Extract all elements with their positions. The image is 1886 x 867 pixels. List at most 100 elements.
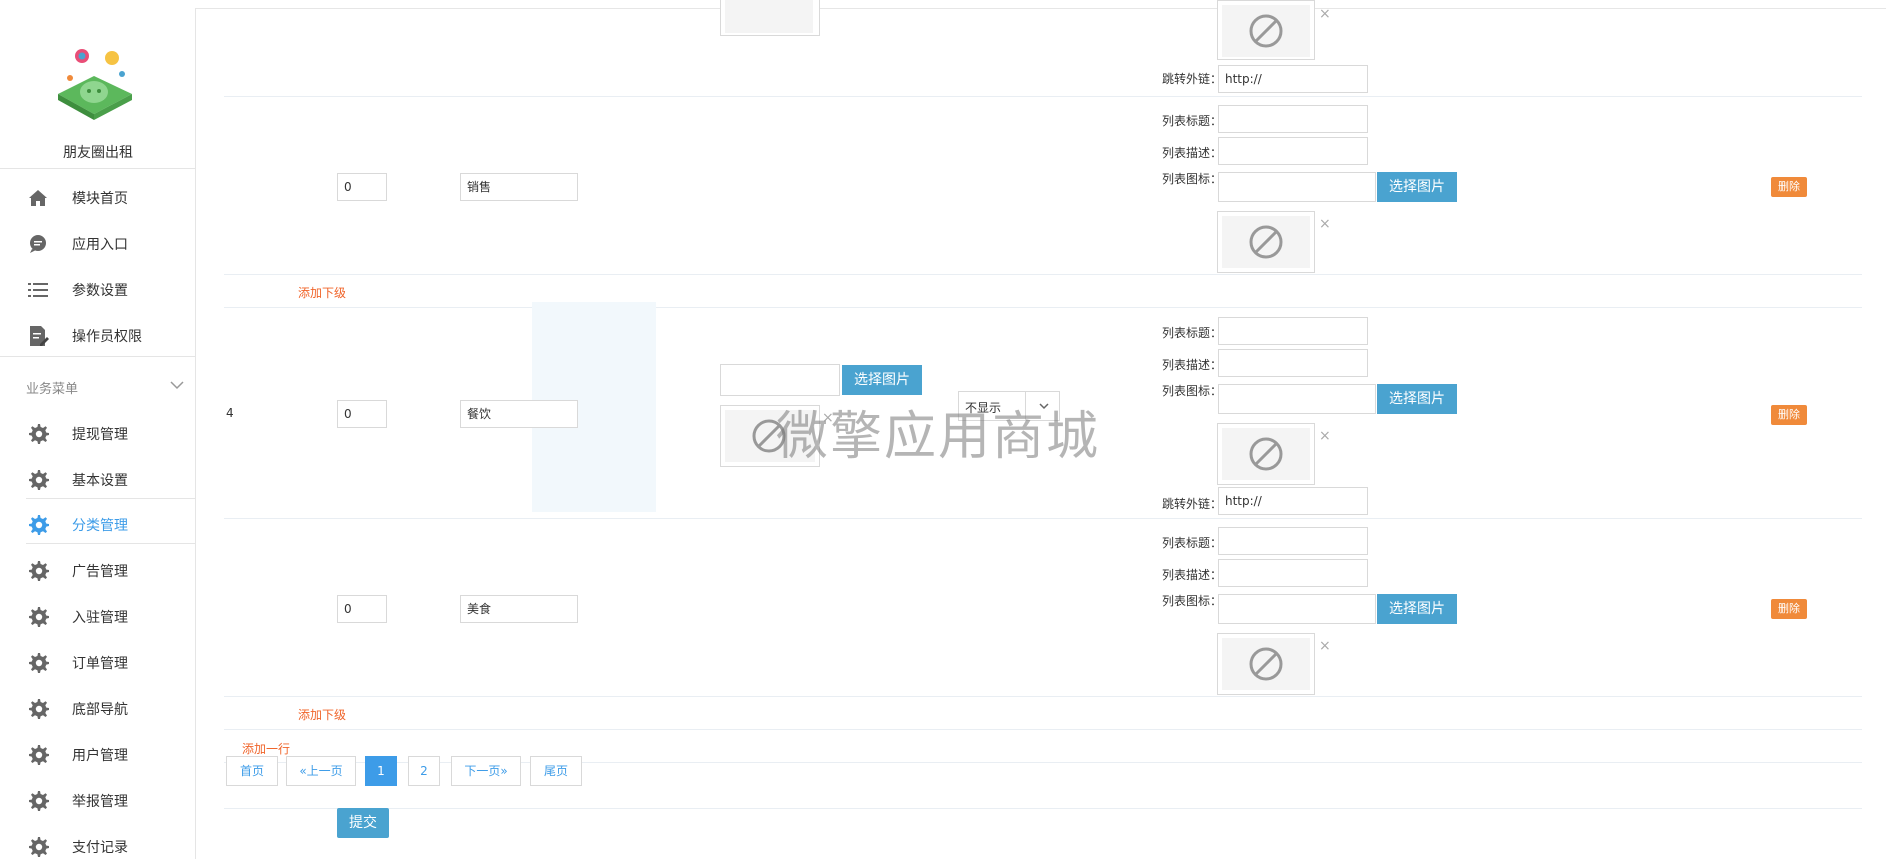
sidebar-item-app-entry[interactable]: 应用入口 bbox=[0, 224, 196, 264]
sidebar-item-label: 模块首页 bbox=[72, 191, 128, 207]
category-name-input[interactable]: 销售 bbox=[460, 173, 578, 201]
sidebar-item-business-8[interactable]: 用户管理 bbox=[0, 735, 196, 775]
sidebar-divider bbox=[0, 356, 196, 357]
list-icon-input[interactable] bbox=[1218, 172, 1376, 202]
page-last-button[interactable]: 尾页 bbox=[530, 756, 582, 786]
list-title-input[interactable] bbox=[1218, 527, 1368, 555]
list-icon-label: 列表图标： bbox=[1162, 594, 1223, 608]
list-desc-input[interactable] bbox=[1218, 349, 1368, 377]
link-label: 跳转外链： bbox=[1162, 497, 1223, 511]
list-desc-input[interactable] bbox=[1218, 559, 1368, 587]
select-separator bbox=[1025, 392, 1026, 420]
sidebar-item-business-5[interactable]: 入驻管理 bbox=[0, 597, 196, 637]
select-image-button[interactable]: 选择图片 bbox=[842, 365, 922, 395]
select-image-button[interactable]: 选择图片 bbox=[1377, 594, 1457, 624]
remove-image-icon[interactable]: × bbox=[822, 411, 834, 425]
sort-input[interactable]: 0 bbox=[337, 173, 387, 201]
gear-icon bbox=[26, 743, 50, 767]
add-row-link[interactable]: 添加一行 bbox=[242, 740, 290, 757]
business-menu-header[interactable]: 业务菜单 bbox=[0, 370, 196, 402]
row-divider bbox=[224, 96, 1862, 97]
sidebar-item-business-2[interactable]: 基本设置 bbox=[0, 460, 196, 500]
list-desc-label: 列表描述： bbox=[1162, 568, 1223, 582]
image-path-input[interactable] bbox=[720, 364, 840, 396]
list-desc-input[interactable] bbox=[1218, 137, 1368, 165]
chat-icon bbox=[26, 232, 50, 256]
image-thumbnail bbox=[1217, 423, 1315, 485]
gear-icon bbox=[26, 651, 50, 675]
link-input[interactable]: http:// bbox=[1218, 487, 1368, 515]
select-image-button[interactable]: 选择图片 bbox=[1377, 172, 1457, 202]
sidebar-item-business-9[interactable]: 举报管理 bbox=[0, 781, 196, 821]
delete-button[interactable]: 删除 bbox=[1771, 177, 1807, 197]
remove-image-icon[interactable]: × bbox=[1319, 429, 1331, 443]
display-select[interactable]: 不显示 bbox=[958, 391, 1060, 421]
page-next-button[interactable]: 下一页» bbox=[451, 756, 521, 786]
gear-icon bbox=[26, 468, 50, 492]
sidebar-item-business-1[interactable]: 提现管理 bbox=[0, 414, 196, 454]
add-child-link[interactable]: 添加下级 bbox=[298, 284, 346, 301]
sidebar-item-label: 提现管理 bbox=[72, 427, 128, 443]
row-divider bbox=[224, 696, 1862, 697]
list-title-label: 列表标题： bbox=[1162, 326, 1223, 340]
page-2-button[interactable]: 2 bbox=[408, 756, 440, 786]
image-thumbnail bbox=[720, 0, 820, 36]
sidebar-item-business-7[interactable]: 底部导航 bbox=[0, 689, 196, 729]
sidebar-item-label: 应用入口 bbox=[72, 237, 128, 253]
sidebar-item-params[interactable]: 参数设置 bbox=[0, 270, 196, 310]
page-first-button[interactable]: 首页 bbox=[226, 756, 278, 786]
gear-icon bbox=[26, 697, 50, 721]
sidebar-item-label: 入驻管理 bbox=[72, 610, 128, 626]
sidebar-item-label: 用户管理 bbox=[72, 748, 128, 764]
list-icon-input[interactable] bbox=[1218, 384, 1376, 414]
delete-button[interactable]: 删除 bbox=[1771, 405, 1807, 425]
image-thumbnail bbox=[720, 405, 820, 467]
sidebar-item-business-10[interactable]: 支付记录 bbox=[0, 827, 196, 867]
row-divider bbox=[224, 518, 1862, 519]
link-input[interactable]: http:// bbox=[1218, 65, 1368, 93]
sort-input[interactable]: 0 bbox=[337, 595, 387, 623]
select-image-button[interactable]: 选择图片 bbox=[1377, 384, 1457, 414]
active-item-border bbox=[26, 498, 196, 499]
sidebar-item-label: 广告管理 bbox=[72, 564, 128, 580]
list-desc-label: 列表描述： bbox=[1162, 146, 1223, 160]
sidebar-item-business-6[interactable]: 订单管理 bbox=[0, 643, 196, 683]
add-child-link[interactable]: 添加下级 bbox=[298, 706, 346, 723]
sidebar-item-operator[interactable]: 操作员权限 bbox=[0, 316, 196, 356]
sidebar-item-label: 基本设置 bbox=[72, 473, 128, 489]
remove-image-icon[interactable]: × bbox=[1319, 217, 1331, 231]
category-name-input[interactable]: 餐饮 bbox=[460, 400, 578, 428]
row-divider bbox=[224, 307, 1862, 308]
list-title-input[interactable] bbox=[1218, 317, 1368, 345]
sidebar-item-label: 分类管理 bbox=[72, 518, 128, 534]
image-thumbnail bbox=[1217, 633, 1315, 695]
submit-button[interactable]: 提交 bbox=[337, 808, 389, 838]
main-content: × 跳转外链： http:// 0 销售 列表标题： 列表描述： 列表图标： 选… bbox=[196, 0, 1886, 859]
list-icon-input[interactable] bbox=[1218, 594, 1376, 624]
home-icon bbox=[26, 186, 50, 210]
sidebar-item-business-3[interactable]: 分类管理 bbox=[0, 505, 196, 545]
row-divider bbox=[224, 808, 1862, 809]
sidebar: 朋友圈出租 模块首页 应用入口 参数设置 操作员权限 业务菜单 提现管理 基本设置… bbox=[0, 8, 196, 859]
sidebar-item-label: 举报管理 bbox=[72, 794, 128, 810]
remove-image-icon[interactable]: × bbox=[1319, 639, 1331, 653]
sidebar-item-business-4[interactable]: 广告管理 bbox=[0, 551, 196, 591]
list-icon bbox=[26, 278, 50, 302]
sidebar-item-label: 参数设置 bbox=[72, 283, 128, 299]
sidebar-item-module-home[interactable]: 模块首页 bbox=[0, 178, 196, 218]
sidebar-divider bbox=[0, 168, 196, 169]
page-1-button[interactable]: 1 bbox=[365, 756, 397, 786]
category-name-input[interactable]: 美食 bbox=[460, 595, 578, 623]
sidebar-item-label: 操作员权限 bbox=[72, 329, 142, 345]
page-prev-button[interactable]: «上一页 bbox=[286, 756, 356, 786]
list-icon-label: 列表图标： bbox=[1162, 384, 1223, 398]
row-divider bbox=[224, 274, 1862, 275]
image-thumbnail bbox=[1217, 0, 1315, 60]
list-desc-label: 列表描述： bbox=[1162, 358, 1223, 372]
delete-button[interactable]: 删除 bbox=[1771, 599, 1807, 619]
link-label: 跳转外链： bbox=[1162, 72, 1223, 86]
gear-icon bbox=[26, 559, 50, 583]
sort-input[interactable]: 0 bbox=[337, 400, 387, 428]
remove-image-icon[interactable]: × bbox=[1319, 7, 1331, 21]
list-title-input[interactable] bbox=[1218, 105, 1368, 133]
